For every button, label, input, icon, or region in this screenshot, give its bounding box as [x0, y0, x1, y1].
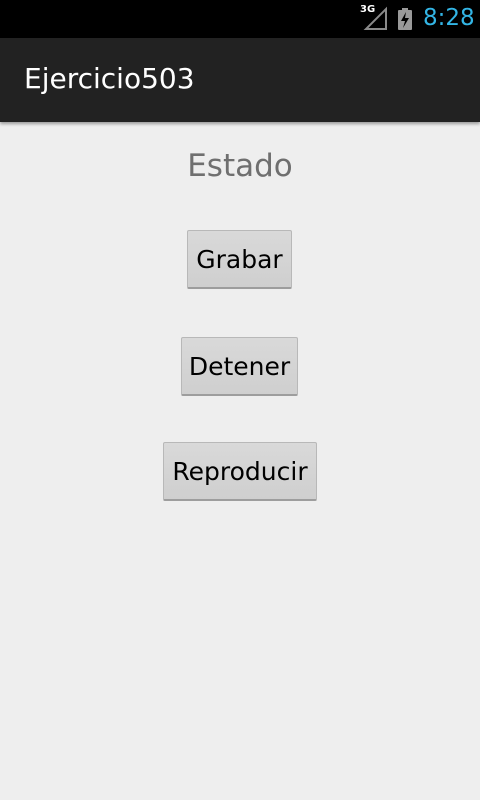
battery-charging-icon — [397, 8, 413, 30]
status-bar: 3G 8:28 — [0, 0, 480, 38]
stop-button[interactable]: Detener — [181, 337, 298, 396]
play-button[interactable]: Reproducir — [163, 442, 317, 501]
signal-icon: 3G — [360, 4, 390, 31]
status-text: Estado — [187, 148, 293, 184]
clock: 8:28 — [423, 5, 475, 31]
action-bar: Ejercicio503 — [0, 38, 480, 122]
record-button[interactable]: Grabar — [187, 230, 292, 289]
app-title: Ejercicio503 — [24, 62, 195, 95]
